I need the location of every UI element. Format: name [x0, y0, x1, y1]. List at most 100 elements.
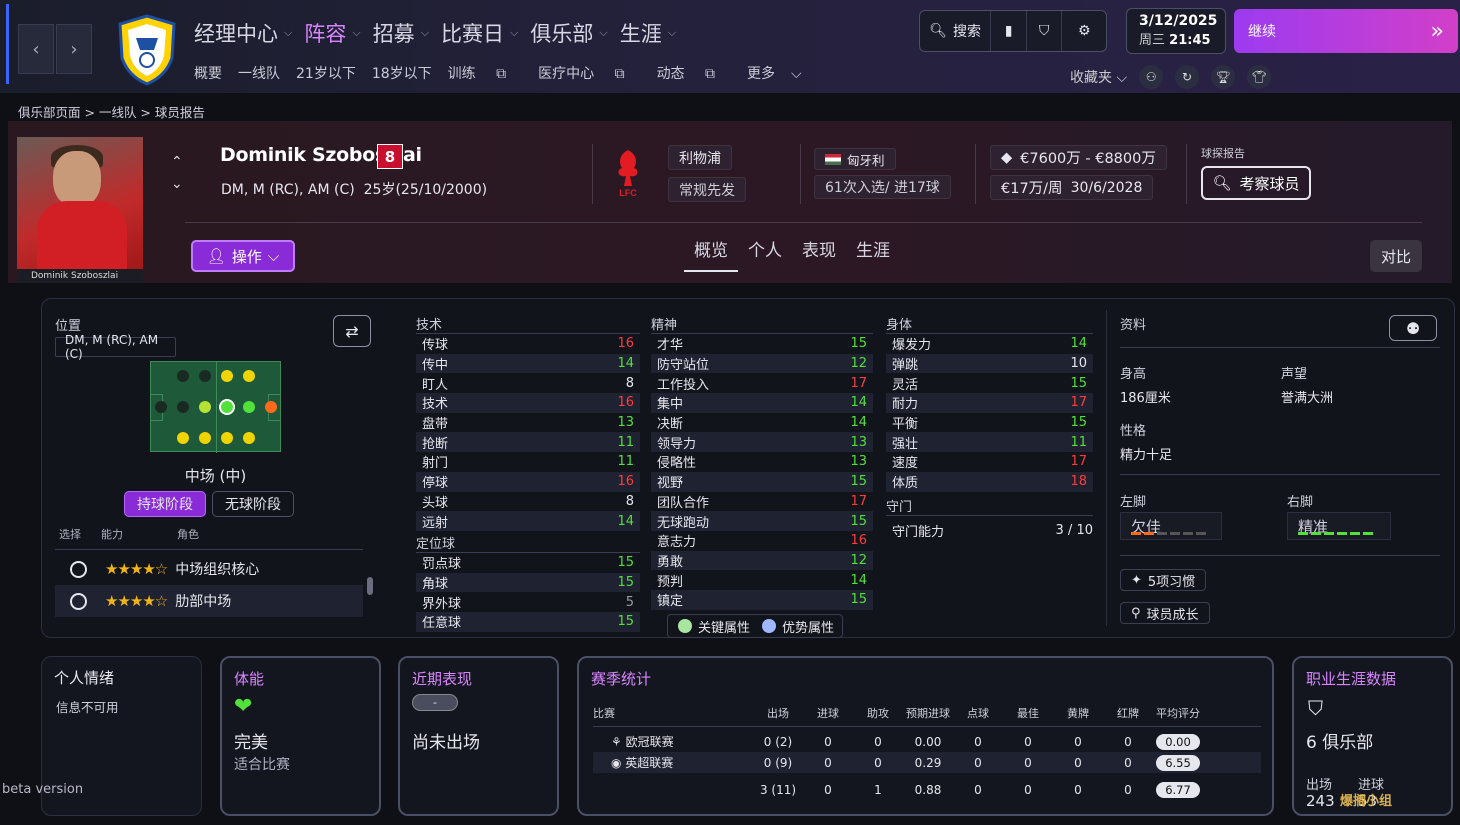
attribute-row[interactable]: 抢断 11: [416, 432, 640, 453]
nav-manager-center[interactable]: 经理中心 ⌵: [194, 18, 292, 48]
out-of-possession-button[interactable]: 无球阶段: [212, 491, 294, 517]
attribute-row[interactable]: 盯人 8: [416, 373, 640, 393]
transfer-value-chip[interactable]: ◆ €7600万 - €8800万: [990, 145, 1167, 170]
attribute-row[interactable]: 意志力 16: [651, 531, 873, 551]
attribute-row[interactable]: 任意球 15: [416, 611, 640, 632]
next-player-button[interactable]: ⌄: [171, 176, 183, 192]
form-card[interactable]: 近期表现 - 尚未出场: [398, 656, 559, 816]
nav-matchday[interactable]: 比赛日 ⌵: [441, 18, 518, 48]
subnav-more[interactable]: 更多 ⌵: [747, 63, 818, 83]
fitness-card[interactable]: 体能 ❤ 完美 适合比赛: [220, 656, 381, 816]
reputation-value: 誉满大洲: [1281, 391, 1334, 406]
attribute-row[interactable]: 停球 16: [416, 471, 640, 492]
bookmarks-dropdown[interactable]: 收藏夹 ⌵: [1070, 67, 1127, 87]
attribute-row[interactable]: 集中 14: [651, 393, 873, 413]
scout-player-button[interactable]: 🔍︎ 考察球员: [1201, 166, 1311, 200]
nav-recruitment[interactable]: 招募 ⌵: [373, 18, 429, 48]
club-crest-icon[interactable]: [116, 14, 178, 86]
attribute-row[interactable]: 体质 18: [886, 471, 1093, 492]
in-possession-button[interactable]: 持球阶段: [124, 491, 206, 517]
compare-button[interactable]: 对比: [1370, 240, 1422, 272]
tab-overview[interactable]: 概览: [684, 236, 738, 272]
table-row[interactable]: ◉ 英超联赛 0 (9) 0 0 0.29 0 0 0 0 6.55: [593, 752, 1261, 773]
attribute-row[interactable]: 弹跳 10: [886, 353, 1093, 374]
attribute-row[interactable]: 传球 16: [416, 334, 640, 354]
bookmark-button[interactable]: ▮: [991, 11, 1027, 51]
roles-scrollbar[interactable]: [367, 577, 373, 595]
previous-player-button[interactable]: ⌃: [171, 154, 183, 170]
attribute-row[interactable]: 罚点球 15: [416, 553, 640, 573]
attribute-row[interactable]: 决断 14: [651, 413, 873, 433]
player-development-button[interactable]: ⚲ 球员成长: [1120, 602, 1210, 624]
subnav-first-team[interactable]: 一线队: [238, 63, 280, 83]
attribute-row[interactable]: 工作投入 17: [651, 373, 873, 393]
club-chip[interactable]: 利物浦: [668, 145, 732, 170]
refresh-icon[interactable]: ↻: [1175, 65, 1200, 89]
nav-club[interactable]: 俱乐部 ⌵: [530, 18, 607, 48]
attribute-row[interactable]: 盘带 13: [416, 413, 640, 433]
attribute-row[interactable]: 领导力 13: [651, 432, 873, 453]
bookmarks-bar: 收藏夹 ⌵ ⚇ ↻ 🏆︎ 👕︎: [1070, 65, 1272, 89]
attribute-row[interactable]: 头球 8: [416, 492, 640, 512]
forward-button[interactable]: ›: [56, 24, 92, 74]
role-radio[interactable]: [70, 592, 87, 610]
contract-chip[interactable]: €17万/周 30/6/2028: [990, 175, 1154, 200]
attribute-row[interactable]: 才华 15: [651, 334, 873, 354]
subnav-medical[interactable]: 医疗中心 ⧉: [538, 63, 640, 83]
date-box[interactable]: 3/12/2025 周三 21:45: [1126, 8, 1226, 54]
attribute-row[interactable]: 无球跑动 15: [651, 511, 873, 531]
role-radio[interactable]: [70, 560, 87, 578]
nav-career[interactable]: 生涯 ⌵: [620, 18, 676, 48]
shield-button[interactable]: ⛉: [1027, 11, 1063, 51]
tab-personal[interactable]: 个人: [738, 236, 792, 272]
attribute-row[interactable]: 平衡 15: [886, 413, 1093, 433]
table-row[interactable]: ⚘ 欧冠联赛 0 (2) 0 0 0.00 0 0 0 0 0.00: [593, 731, 1261, 752]
attribute-row[interactable]: 角球 15: [416, 572, 640, 593]
habits-button[interactable]: ✦ 5项习惯: [1120, 569, 1207, 591]
actions-button[interactable]: 👤︎ 操作 ⌵: [191, 240, 295, 272]
subnav-u21[interactable]: 21岁以下: [296, 63, 356, 83]
search-button[interactable]: 🔍︎ 搜索: [920, 11, 992, 51]
attribute-row[interactable]: 视野 15: [651, 471, 873, 492]
attribute-row[interactable]: 爆发力 14: [886, 334, 1093, 354]
breadcrumb-club[interactable]: 俱乐部页面: [18, 105, 81, 120]
role-row[interactable]: ★★★★☆ 中场组织核心: [55, 553, 363, 585]
trophy-icon[interactable]: 🏆︎: [1211, 65, 1236, 89]
attribute-row[interactable]: 团队合作 17: [651, 492, 873, 512]
attribute-row[interactable]: 射门 11: [416, 452, 640, 472]
attribute-row[interactable]: 预判 14: [651, 570, 873, 590]
liverpool-badge-icon[interactable]: LFC: [610, 146, 646, 200]
back-button[interactable]: ‹: [18, 24, 54, 74]
attribute-row[interactable]: 勇敢 12: [651, 550, 873, 571]
tab-career[interactable]: 生涯: [846, 236, 900, 272]
swap-view-button[interactable]: ⇄: [333, 315, 371, 347]
attribute-row[interactable]: 镇定 15: [651, 589, 873, 610]
attribute-row[interactable]: 技术 16: [416, 393, 640, 413]
continue-button[interactable]: 继续»: [1234, 9, 1458, 53]
attribute-row[interactable]: 传中 14: [416, 353, 640, 374]
nav-squad[interactable]: 阵容 ⌵: [304, 18, 360, 48]
breadcrumb-first-team[interactable]: 一线队: [99, 105, 137, 120]
shirt-icon[interactable]: 👕︎: [1247, 65, 1272, 89]
profile-button[interactable]: ⚉: [1389, 315, 1437, 341]
attribute-row[interactable]: 侵略性 13: [651, 452, 873, 472]
attribute-row[interactable]: 耐力 17: [886, 393, 1093, 413]
subnav-u18[interactable]: 18岁以下: [372, 63, 432, 83]
attribute-row[interactable]: 防守站位 12: [651, 353, 873, 374]
attribute-row[interactable]: 灵活 15: [886, 373, 1093, 393]
subnav-overview[interactable]: 概要: [194, 63, 222, 83]
tactics-icon[interactable]: ⚇: [1139, 65, 1164, 89]
squad-status-chip[interactable]: 常规先发: [668, 177, 746, 202]
nationality-chip[interactable]: 匈牙利: [814, 148, 896, 170]
subnav-training[interactable]: 训练 ⧉: [448, 63, 522, 83]
settings-button[interactable]: ⚙: [1062, 11, 1106, 51]
attribute-row[interactable]: 强壮 11: [886, 432, 1093, 453]
role-row[interactable]: ★★★★☆ 肋部中场: [55, 585, 363, 617]
table-row[interactable]: 3 (11) 0 1 0.88 0 0 0 0 6.77: [593, 779, 1261, 800]
season-stats-card[interactable]: 赛季统计 比赛 出场 进球 助攻 预期进球 点球 最佳 黄牌 红牌 平均评分 ⚘ 欧冠联赛 0 (2…: [577, 656, 1274, 816]
attribute-row[interactable]: 速度 17: [886, 452, 1093, 472]
attribute-row[interactable]: 远射 14: [416, 511, 640, 531]
subnav-dynamics[interactable]: 动态 ⧉: [657, 63, 731, 83]
attribute-row[interactable]: 界外球 5: [416, 592, 640, 612]
tab-performance[interactable]: 表现: [792, 236, 846, 272]
